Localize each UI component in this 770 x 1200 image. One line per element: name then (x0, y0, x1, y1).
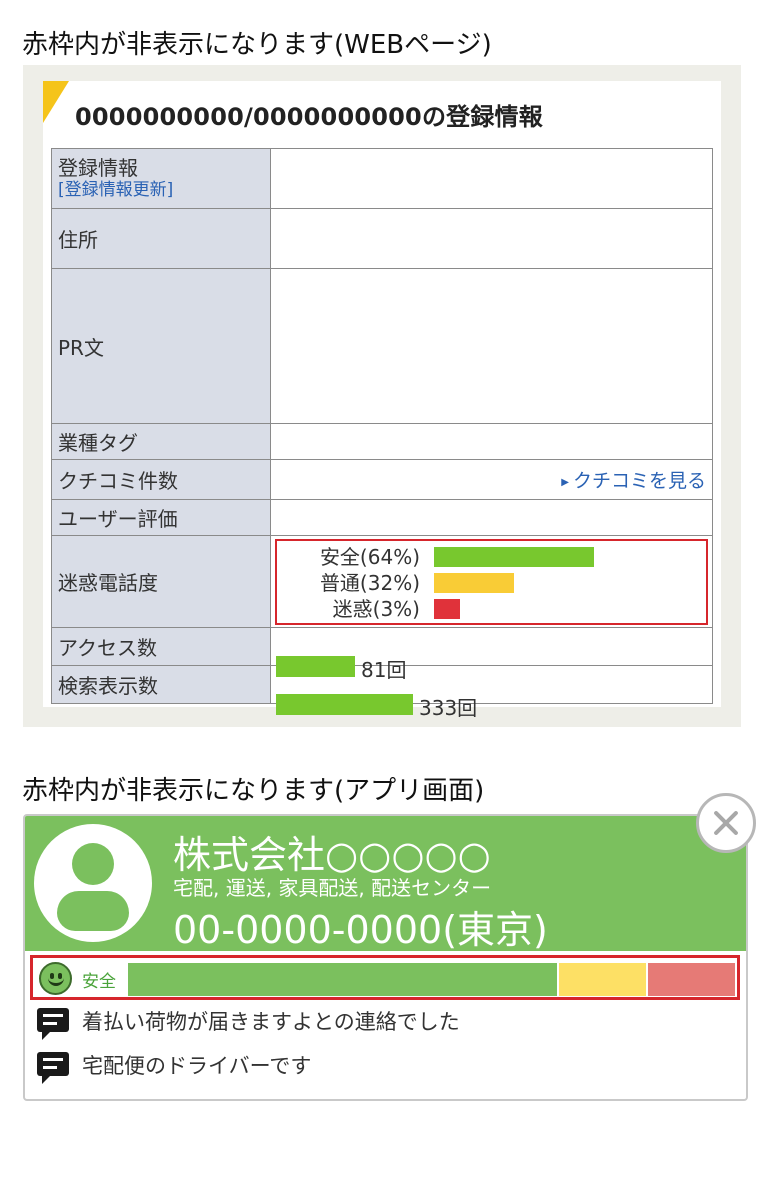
view-reviews-text: クチコミを見る (572, 470, 706, 492)
company-tags: 宅配, 運送, 家具配送, 配送センター (173, 876, 492, 900)
safety-segment-nuisance (648, 963, 735, 996)
nuisance-rate-box: 安全(64%) 普通(32%) 迷惑(3%) (275, 538, 708, 625)
access-count-text: 81回 (361, 657, 407, 682)
user-avatar-icon (34, 824, 152, 942)
web-card: 0000000000/0000000000の登録情報 登録情報 [登録情報更新]… (43, 81, 721, 720)
reviews-value: ▶ クチコミを見る (270, 459, 713, 500)
web-page-frame: 0000000000/0000000000の登録情報 登録情報 [登録情報更新]… (23, 65, 741, 727)
app-caller-card: 株式会社○○○○○ 宅配, 運送, 家具配送, 配送センター 00-0000-0… (23, 814, 748, 1101)
chat-bubble-icon (37, 1008, 69, 1040)
address-label: 住所 (51, 208, 271, 269)
safety-label: 安全 (82, 972, 116, 992)
safety-segment-safe (128, 963, 557, 996)
comment-text: 着払い荷物が届きますよとの連絡でした (82, 1010, 460, 1034)
industry-label: 業種タグ (51, 423, 271, 460)
nuisance-value: 安全(64%) 普通(32%) 迷惑(3%) (270, 535, 713, 628)
registration-label: 登録情報 (58, 155, 138, 180)
smiley-icon (39, 962, 72, 995)
pr-label: PR文 (51, 268, 271, 424)
chat-bubble-icon (37, 1052, 69, 1084)
safety-rating-box: 安全 (30, 955, 740, 1000)
row-nuisance: 迷惑電話度 安全(64%) 普通(32%) 迷惑(3%) (51, 535, 713, 628)
close-icon[interactable] (696, 793, 756, 853)
rate-label-normal: 普通(32%) (319, 570, 420, 595)
rate-bar-nuisance (434, 598, 460, 619)
caller-header: 株式会社○○○○○ 宅配, 運送, 家具配送, 配送センター 00-0000-0… (25, 816, 746, 952)
app-caption: 赤枠内が非表示になります(アプリ画面) (22, 776, 485, 806)
registration-info-table: 登録情報 [登録情報更新] 住所 PR文 業種タグ クチコミ件数 ▶ クチコミを… (51, 148, 713, 720)
company-name: 株式会社○○○○○ (173, 833, 491, 877)
rate-row-safe: 安全(64%) (277, 544, 706, 570)
rate-row-normal: 普通(32%) (277, 570, 706, 596)
corner-accent (43, 81, 69, 123)
row-industry: 業種タグ (51, 423, 713, 460)
pr-value (270, 268, 713, 424)
row-access: アクセス数 81回 (51, 627, 713, 682)
web-caption: 赤枠内が非表示になります(WEBページ) (22, 30, 492, 60)
row-reviews: クチコミ件数 ▶ クチコミを見る (51, 459, 713, 500)
reviews-label: クチコミ件数 (51, 459, 271, 500)
row-registration: 登録情報 [登録情報更新] (51, 148, 713, 209)
rate-row-nuisance: 迷惑(3%) (277, 596, 706, 622)
triangle-right-icon: ▶ (561, 477, 569, 488)
rate-bar-normal (434, 572, 514, 593)
page-title: 0000000000/0000000000の登録情報 (75, 103, 543, 131)
registration-value (270, 148, 713, 209)
comment-text: 宅配便のドライバーです (82, 1054, 312, 1078)
address-value (270, 208, 713, 269)
rate-bar-safe (434, 546, 594, 567)
row-pr: PR文 (51, 268, 713, 424)
safety-segment-normal (559, 963, 646, 996)
view-reviews-link[interactable]: ▶ クチコミを見る (561, 466, 706, 493)
row-user-rating: ユーザー評価 (51, 499, 713, 536)
row-address: 住所 (51, 208, 713, 269)
search-count-bar (276, 693, 413, 715)
search-count-text: 333回 (419, 695, 478, 720)
access-value: 81回 (270, 627, 713, 682)
access-count-bar (276, 655, 355, 677)
company-phone: 00-0000-0000(東京) (173, 908, 548, 952)
nuisance-label: 迷惑電話度 (51, 535, 271, 628)
rate-label-safe: 安全(64%) (319, 544, 420, 569)
access-label: アクセス数 (51, 627, 271, 666)
rate-label-nuisance: 迷惑(3%) (332, 596, 420, 621)
industry-value (270, 423, 713, 460)
user-rating-label: ユーザー評価 (51, 499, 271, 536)
label-cell-registration: 登録情報 [登録情報更新] (51, 148, 271, 209)
update-registration-link[interactable]: [登録情報更新] (58, 179, 270, 201)
search-label: 検索表示数 (51, 665, 271, 704)
user-rating-value (270, 499, 713, 536)
